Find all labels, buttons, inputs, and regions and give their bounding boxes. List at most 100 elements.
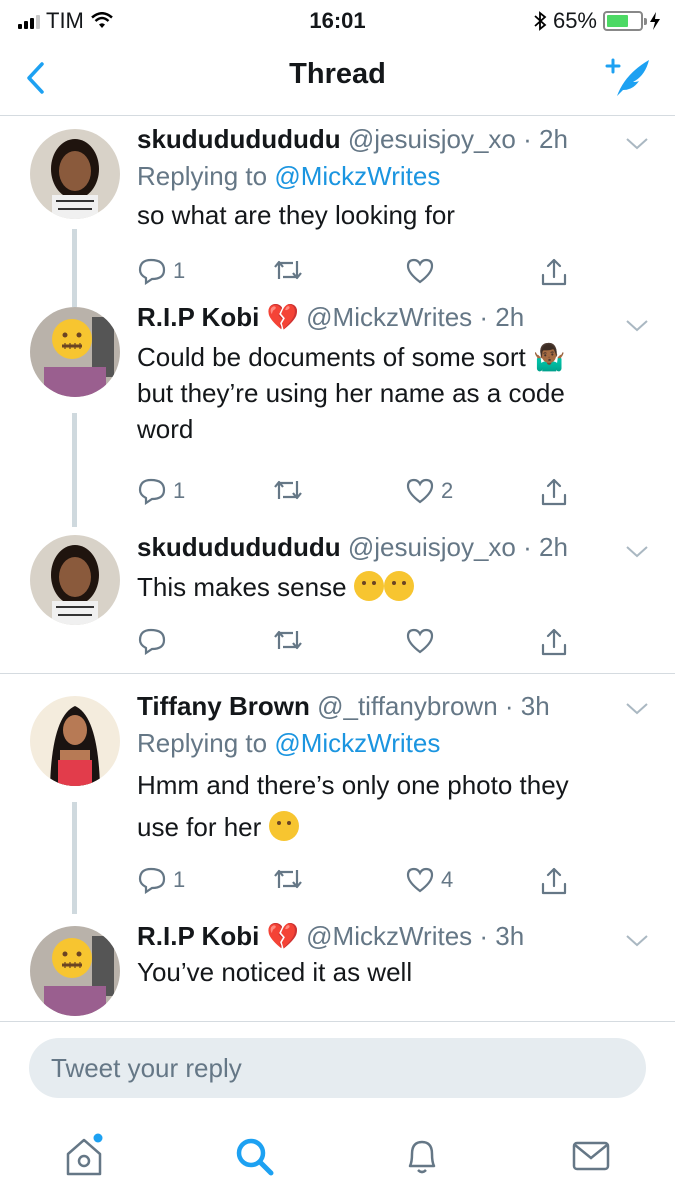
display-name[interactable]: skudududududu [137, 124, 341, 154]
like-count: 2 [441, 478, 454, 503]
chevron-down-icon[interactable] [625, 545, 649, 559]
display-name[interactable]: Tiffany Brown [137, 691, 310, 721]
reply-icon [138, 258, 166, 285]
tweet-text: Could be documents of some sort 🤷🏾‍♂️ bu… [137, 339, 615, 447]
tweet-text: This makes sense [137, 569, 615, 605]
share-button[interactable] [539, 477, 569, 507]
thinking-face-emoji [268, 811, 299, 841]
tweet-text: You’ve noticed it as well [137, 957, 413, 987]
retweet-icon [274, 480, 302, 500]
reply-count: 1 [173, 867, 186, 892]
tweet[interactable]: skudududududu @jesuisjoy_xo · 2h This ma… [0, 527, 675, 674]
reply-count: 1 [173, 478, 186, 503]
like-count: 4 [441, 867, 454, 892]
share-button[interactable] [539, 257, 569, 287]
tweet-actions: 1 2 [137, 477, 577, 511]
search-icon[interactable] [230, 1132, 278, 1180]
reply-icon [138, 628, 166, 655]
home-icon[interactable] [60, 1132, 108, 1180]
replying-to-line: Replying to @MickzWrites [137, 159, 615, 193]
user-handle[interactable]: @MickzWrites [306, 921, 472, 951]
tweet-text-line: use for her [137, 812, 262, 842]
avatar[interactable] [30, 307, 120, 397]
page-title: Thread [289, 58, 386, 90]
retweet-button[interactable] [271, 257, 305, 283]
reply-button[interactable] [137, 627, 167, 655]
share-button[interactable] [539, 627, 569, 657]
thinking-face-emoji [353, 571, 384, 601]
retweet-button[interactable] [271, 866, 305, 892]
retweet-icon [274, 260, 302, 280]
notifications-icon[interactable] [398, 1132, 446, 1180]
retweet-button[interactable] [271, 477, 305, 503]
share-icon [541, 867, 567, 895]
battery-icon [603, 11, 647, 31]
tweet-actions: 1 4 [137, 866, 577, 900]
retweet-button[interactable] [271, 627, 305, 653]
tweet[interactable]: Tiffany Brown @_tiffanybrown · 3h Replyi… [0, 674, 675, 914]
replying-to-label: Replying to [137, 728, 275, 758]
user-handle[interactable]: @jesuisjoy_xo [348, 532, 516, 562]
share-icon [541, 478, 567, 506]
heart-icon [406, 867, 434, 893]
avatar[interactable] [30, 535, 120, 625]
navigation-bar: Thread [0, 40, 675, 116]
tweet-text-line: word [137, 414, 194, 444]
avatar[interactable] [30, 696, 120, 786]
status-bar: TIM 16:01 65% [0, 0, 675, 40]
mention-link[interactable]: @MickzWrites [274, 728, 440, 758]
reply-button[interactable]: 1 [137, 477, 185, 505]
display-name[interactable]: R.I.P Kobi [137, 921, 259, 951]
tweet-time: · 3h [504, 691, 550, 721]
broken-heart-emoji: 💔 [266, 921, 299, 951]
bluetooth-icon [534, 11, 547, 31]
user-handle[interactable]: @_tiffanybrown [317, 691, 498, 721]
avatar[interactable] [30, 129, 120, 219]
tweet-text-line: but they’re using her name as a code [137, 378, 565, 408]
reply-count: 1 [173, 258, 186, 283]
avatar[interactable] [30, 926, 120, 1016]
tweet-time: · 2h [479, 302, 525, 332]
chevron-down-icon[interactable] [625, 319, 649, 333]
replying-to-line: Replying to @MickzWrites [137, 726, 615, 760]
thread-feed[interactable]: skudududududu @jesuisjoy_xo · 2h Replyin… [0, 117, 675, 1020]
like-button[interactable]: 4 [405, 866, 453, 894]
heart-icon [406, 258, 434, 284]
tweet-time: · 3h [479, 921, 525, 951]
tweet[interactable]: skudududududu @jesuisjoy_xo · 2h Replyin… [0, 117, 675, 307]
reply-icon [138, 867, 166, 894]
mention-link[interactable]: @MickzWrites [274, 161, 440, 191]
like-button[interactable]: 2 [405, 477, 453, 505]
like-button[interactable] [405, 257, 435, 285]
like-button[interactable] [405, 627, 435, 655]
replying-to-label: Replying to [137, 161, 275, 191]
tweet-text-line: This makes sense [137, 572, 347, 602]
tweet[interactable]: R.I.P Kobi 💔 @MickzWrites · 3h You’ve no… [0, 914, 675, 1020]
reply-button[interactable]: 1 [137, 866, 185, 894]
chevron-down-icon[interactable] [625, 137, 649, 151]
display-name[interactable]: skudududududu [137, 532, 341, 562]
tweet-actions [137, 627, 577, 661]
tab-bar [0, 1116, 675, 1200]
tweet[interactable]: R.I.P Kobi 💔 @MickzWrites · 2h Could be … [0, 302, 675, 527]
user-handle[interactable]: @MickzWrites [306, 302, 472, 332]
share-icon [541, 258, 567, 286]
heart-icon [406, 478, 434, 504]
reply-composer [0, 1021, 675, 1116]
thread-connector [72, 413, 77, 527]
messages-icon[interactable] [567, 1132, 615, 1180]
user-handle[interactable]: @jesuisjoy_xo [348, 124, 516, 154]
display-name[interactable]: R.I.P Kobi [137, 302, 259, 332]
chevron-down-icon[interactable] [625, 934, 649, 948]
battery-percent: 65% [552, 8, 597, 33]
battery-group: 65% [533, 8, 661, 34]
tweet-text: so what are they looking for [137, 200, 455, 230]
compose-tweet-icon[interactable] [603, 54, 653, 100]
share-icon [541, 628, 567, 656]
tweet-text: Hmm and there’s only one photo they use … [137, 764, 615, 848]
share-button[interactable] [539, 866, 569, 896]
reply-button[interactable]: 1 [137, 257, 185, 285]
chevron-down-icon[interactable] [625, 702, 649, 716]
tweet-time: · 2h [523, 532, 568, 562]
reply-input[interactable] [29, 1038, 646, 1098]
